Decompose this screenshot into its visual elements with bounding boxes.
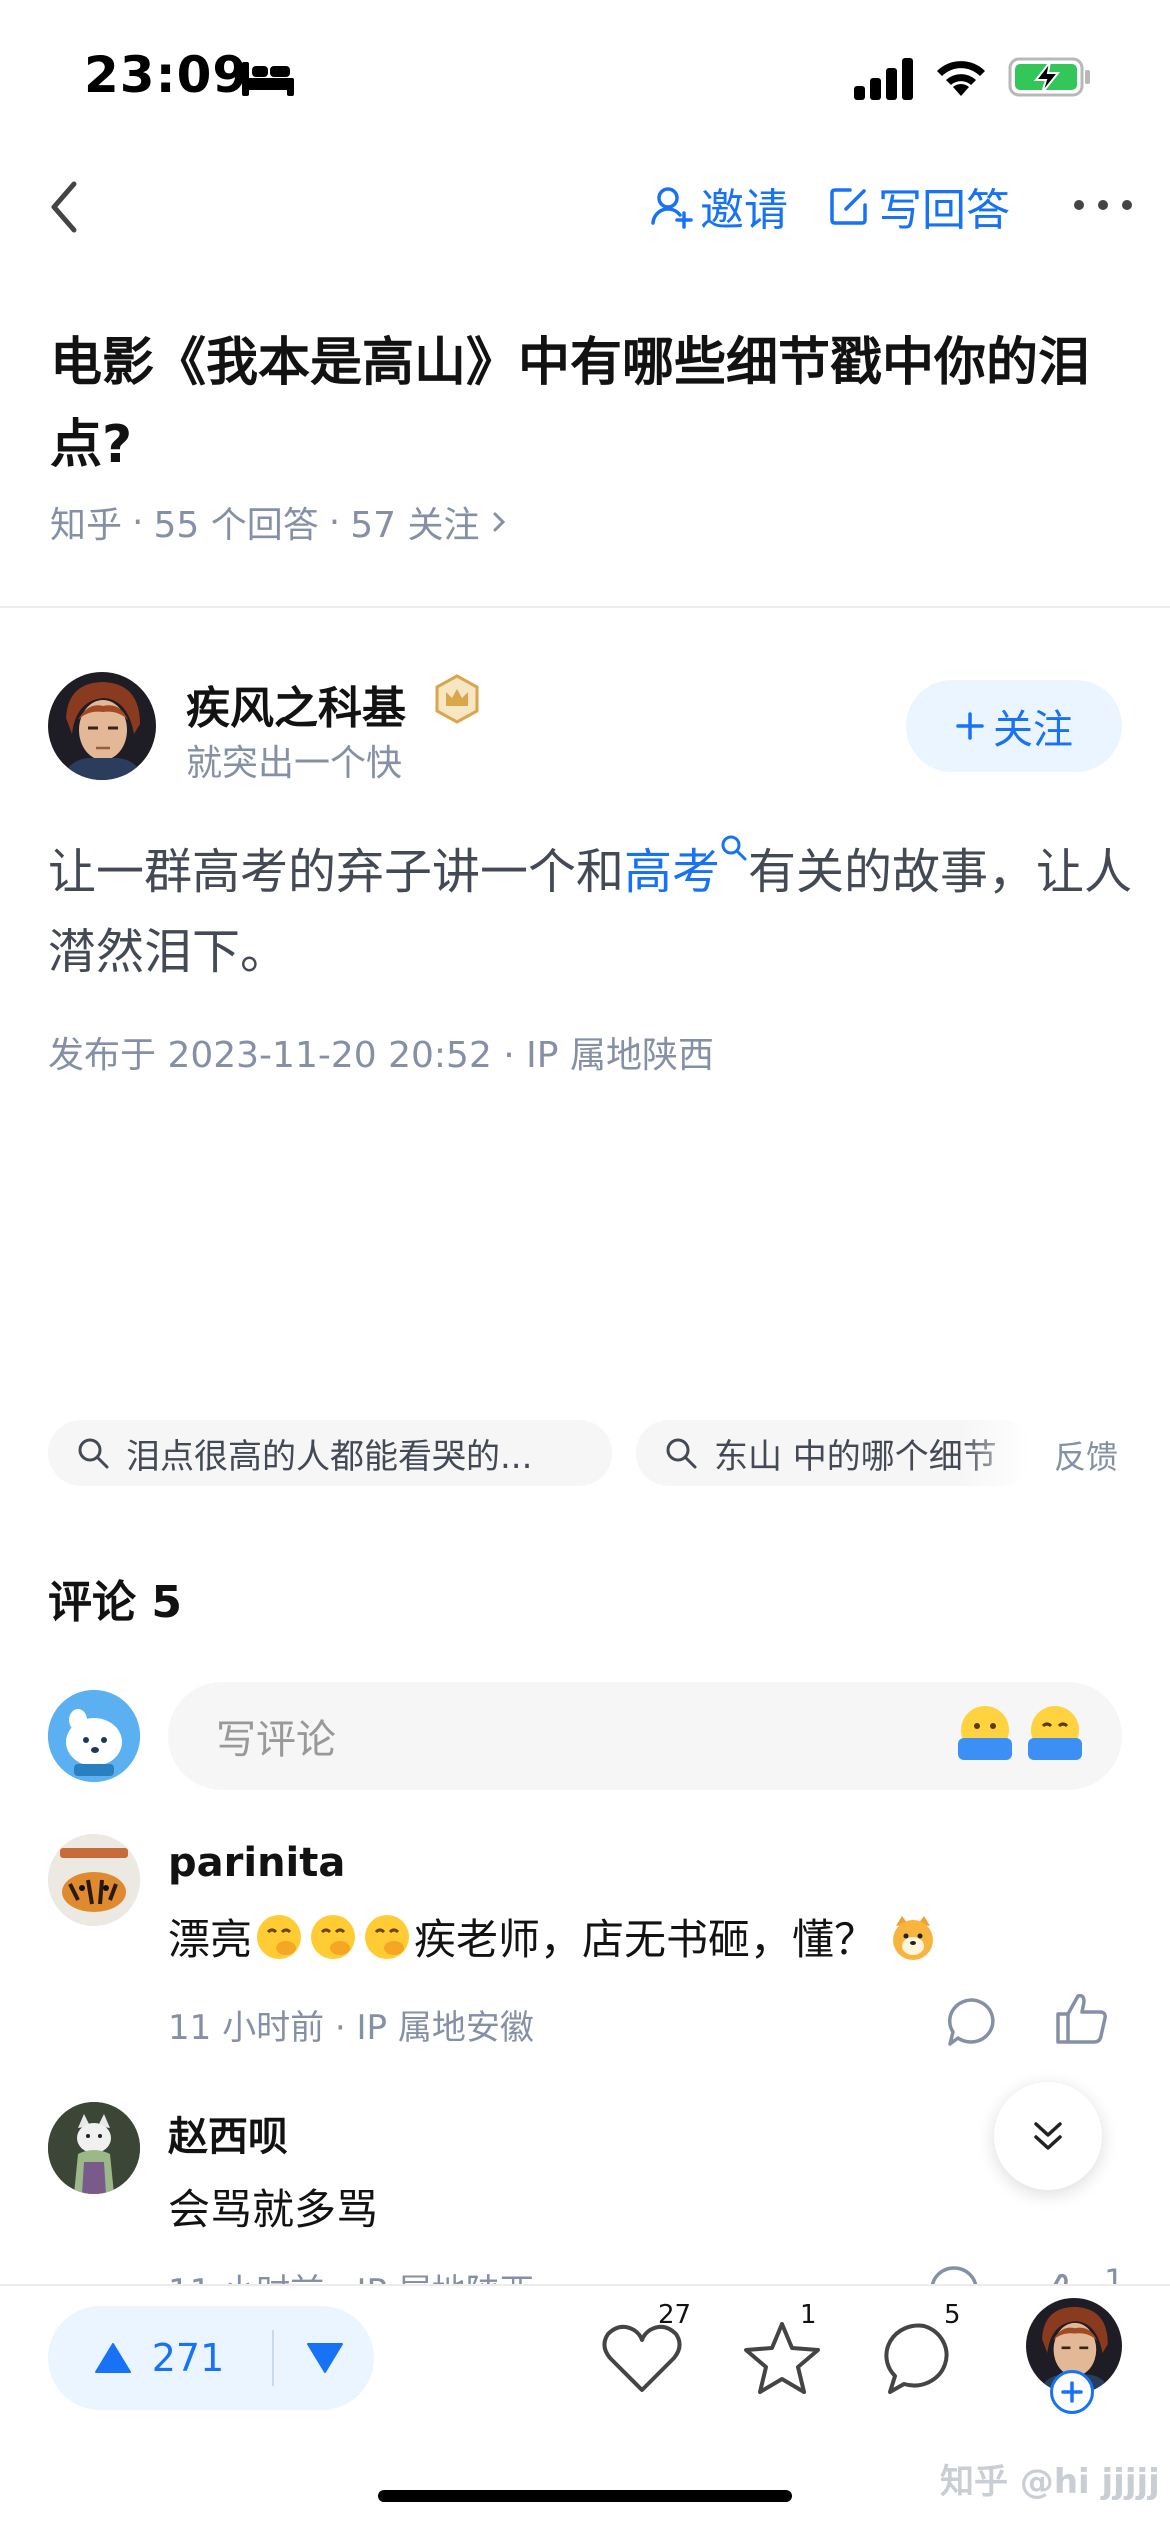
chip-fade-overlay [960,1420,1060,1486]
commenter-avatar[interactable] [48,1834,140,1926]
battery-charging-icon [1008,57,1090,97]
sleep-mode-icon [242,62,294,96]
upvote-button[interactable]: 271 [48,2306,270,2410]
divider [0,606,1170,608]
comment-text: 漂亮 疾老师，店无书砸，懂？ [168,1906,940,1967]
comment-meta: 11 小时前 · IP 属地安徽 [168,2008,534,2048]
downvote-button[interactable] [276,2306,374,2410]
plus-icon [1061,2381,1083,2403]
write-answer-label: 写回答 [878,185,1010,236]
reply-comment-icon[interactable] [946,1996,998,2048]
more-options-icon[interactable] [1070,190,1136,220]
search-icon [78,1438,109,1469]
comment-like-icon[interactable] [1054,1990,1110,2046]
cellular-signal-icon [854,58,913,100]
follow-count: 57 关注 [350,505,480,546]
watermark: 知乎 @hi jjjjj [940,2462,1160,2502]
author-crown-badge-icon [435,674,479,724]
answer-count: 55 个回答 [153,505,319,546]
author-bio: 就突出一个快 [186,743,403,784]
scroll-down-button[interactable] [994,2082,1102,2190]
wifi-icon [937,61,985,96]
write-answer-button[interactable]: 写回答 [828,176,1010,236]
follow-plus-badge[interactable] [1050,2370,1094,2414]
edit-icon [830,188,867,225]
commenter-name[interactable]: parinita [168,1840,345,1886]
comment-bubble-icon[interactable] [878,2318,974,2398]
chip-label: 东山 中的哪个细节 [714,1436,997,1477]
favorite-count: 1 [800,2300,817,2330]
like-heart-icon[interactable] [594,2318,690,2398]
question-meta[interactable]: 知乎 · 55 个回答 · 57 关注 [50,496,509,548]
giggle-emoji-icon [257,1914,302,1959]
answer-content: 让一群高考的弃子讲一个和高考 有关的故事，让人潸然泪下。 [48,832,1138,992]
feedback-link[interactable]: 反馈 [1054,1432,1118,1478]
upvote-triangle-icon [94,2343,131,2373]
question-source: 知乎 [50,505,123,546]
commenter-name[interactable]: 赵西呗 [168,2104,288,2162]
back-button[interactable] [40,172,90,242]
plus-icon [956,712,984,740]
home-indicator[interactable] [378,2490,792,2502]
search-icon [666,1438,697,1469]
giggle-emoji-icon [365,1914,410,1959]
comments-title: 评论 5 [48,1577,182,1628]
chevron-right-icon [493,512,506,532]
current-user-avatar[interactable] [48,1690,140,1782]
dog-emoji-icon [893,1915,934,1960]
invite-user-icon [651,187,693,229]
chip-label: 泪点很高的人都能看哭的... [126,1436,533,1477]
follow-button[interactable]: 关注 [906,680,1122,772]
answer-search-link[interactable]: 高考 [624,835,748,900]
search-icon [721,835,747,861]
vote-divider [272,2330,274,2386]
comment-text: 会骂就多骂 [168,2185,379,2234]
status-time: 23:09 [84,46,249,104]
commenter-avatar[interactable] [48,2102,140,2194]
favorite-star-icon[interactable] [734,2318,830,2398]
emoji-agree-button[interactable] [1026,1704,1084,1764]
question-title[interactable]: 电影《我本是高山》中有哪些细节戳中你的泪点? [50,322,1130,486]
upvote-count: 271 [151,2336,225,2380]
double-chevron-down-icon [1034,2122,1062,2150]
invite-label: 邀请 [700,185,788,236]
like-count: 27 [658,2300,692,2330]
emoji-agree-icon [1028,1706,1082,1760]
answer-text: 让一群高考的弃子讲一个和 [48,844,625,900]
author-avatar[interactable] [48,672,156,780]
author-name[interactable]: 疾风之科基 [186,672,406,736]
follow-label: 关注 [993,707,1073,753]
emoji-thanks-icon [958,1706,1012,1760]
giggle-emoji-icon [311,1914,356,1959]
emoji-thanks-button[interactable] [956,1704,1014,1764]
invite-button[interactable]: 邀请 [648,176,788,236]
related-search-chip[interactable]: 泪点很高的人都能看哭的... [48,1420,612,1486]
publish-info: 发布于 2023-11-20 20:52 · IP 属地陕西 [48,1035,714,1076]
downvote-triangle-icon [307,2343,343,2373]
comment-count: 5 [944,2300,961,2330]
